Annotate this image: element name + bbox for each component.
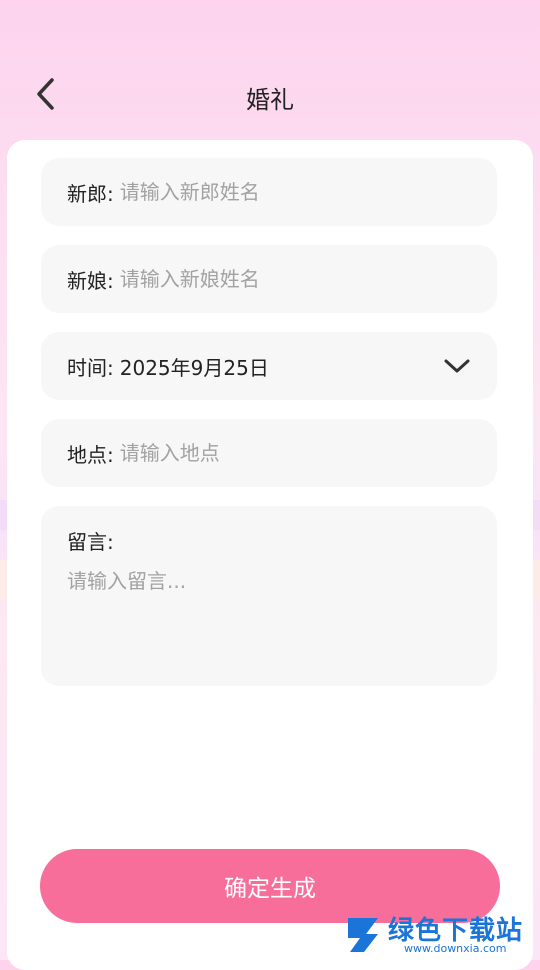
watermark-url: www.downxia.com — [404, 942, 507, 955]
page-title: 婚礼 — [246, 86, 294, 114]
watermark-logo-icon — [344, 912, 384, 956]
groom-field: 新郎: — [41, 158, 497, 226]
message-label: 留言: — [67, 530, 114, 554]
bride-field: 新娘: — [41, 245, 497, 313]
chevron-down-icon — [443, 352, 471, 380]
date-select[interactable]: 时间: 2025年9月25日 — [41, 332, 497, 400]
bride-label: 新娘: — [67, 268, 114, 293]
place-field: 地点: — [41, 419, 497, 487]
bride-input[interactable] — [113, 267, 471, 291]
app-header: 婚礼 — [0, 62, 540, 130]
form-card: 新郎: 新娘: 时间: 2025年9月25日 地点: 留言: — [7, 140, 533, 970]
watermark: 绿色下载站 www.downxia.com — [344, 908, 540, 960]
place-input[interactable] — [113, 441, 471, 465]
place-label: 地点: — [67, 442, 114, 467]
groom-input[interactable] — [113, 180, 471, 204]
date-label: 时间: — [67, 355, 114, 380]
groom-label: 新郎: — [67, 181, 114, 206]
message-textarea[interactable] — [67, 565, 471, 665]
message-field: 留言: — [41, 506, 497, 686]
date-value: 2025年9月25日 — [119, 355, 269, 380]
